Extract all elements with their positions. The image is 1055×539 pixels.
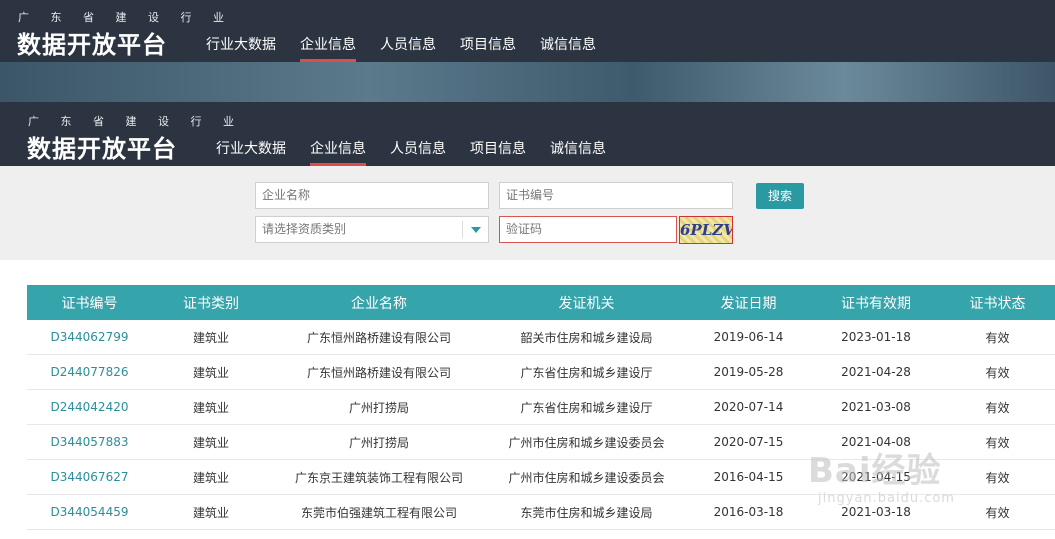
issuing-authority: 广东省住房和城乡建设厅 [520, 365, 653, 380]
company-name-input[interactable]: 企业名称 [255, 182, 489, 209]
table-header: 证书编号 证书类别 企业名称 发证机关 发证日期 证书有效期 证书状态 [27, 285, 1055, 320]
cert-status: 有效 [985, 505, 1010, 520]
table-row: D244042420 建筑业 广州打捞局 广东省住房和城乡建设厅 2020-07… [27, 390, 1055, 425]
cert-status: 有效 [985, 435, 1010, 450]
nav-project-info[interactable]: 项目信息 [470, 140, 526, 166]
cert-type: 建筑业 [192, 505, 229, 520]
table-row: D344054459 建筑业 东莞市伯强建筑工程有限公司 东莞市住房和城乡建设局… [27, 495, 1055, 530]
nav-company-info[interactable]: 企业信息 [310, 140, 366, 166]
cert-type: 建筑业 [192, 330, 229, 345]
nav-industry-data[interactable]: 行业大数据 [216, 140, 286, 166]
search-button[interactable]: 搜索 [756, 183, 804, 209]
nav-personnel-info[interactable]: 人员信息 [380, 36, 436, 62]
issuing-authority: 广州市住房和城乡建设委员会 [508, 435, 665, 450]
background-header: 广 东 省 建 设 行 业 数据开放平台 行业大数据 企业信息 人员信息 项目信… [0, 0, 1055, 62]
issuing-authority: 韶关市住房和城乡建设局 [520, 330, 653, 345]
company-name: 广东恒州路桥建设有限公司 [306, 330, 451, 345]
company-name: 广东恒州路桥建设有限公司 [306, 365, 451, 380]
valid-until: 2023-01-18 [841, 330, 911, 344]
site-title: 数据开放平台 [27, 135, 177, 163]
issuing-authority: 广州市住房和城乡建设委员会 [508, 470, 665, 485]
table-row: D344067627 建筑业 广东京王建筑装饰工程有限公司 广州市住房和城乡建设… [27, 460, 1055, 495]
col-issuing-authority: 发证机关 [558, 295, 615, 312]
banner-image [0, 62, 1055, 102]
cert-number-link[interactable]: D344062799 [27, 320, 152, 354]
col-valid-until: 证书有效期 [841, 295, 911, 312]
cert-status: 有效 [985, 400, 1010, 415]
qualification-type-select[interactable]: 请选择资质类别 [255, 216, 489, 243]
site-subtitle: 广 东 省 建 设 行 业 [28, 115, 243, 128]
valid-until: 2021-04-08 [841, 435, 911, 449]
valid-until: 2021-04-15 [841, 470, 911, 484]
cert-status: 有效 [985, 330, 1010, 345]
table-row: D344057883 建筑业 广州打捞局 广州市住房和城乡建设委员会 2020-… [27, 425, 1055, 460]
col-cert-status: 证书状态 [969, 295, 1026, 312]
issuing-authority: 东莞市住房和城乡建设局 [520, 505, 653, 520]
qualification-type-placeholder: 请选择资质类别 [262, 222, 347, 236]
company-name: 东莞市伯强建筑工程有限公司 [300, 505, 457, 520]
captcha-image[interactable]: 6PLZV [679, 216, 733, 244]
search-panel [0, 166, 1055, 260]
issue-date: 2020-07-15 [713, 435, 784, 449]
results-table: 证书编号 证书类别 企业名称 发证机关 发证日期 证书有效期 证书状态 D344… [27, 285, 1055, 530]
cert-number-link[interactable]: D244042420 [27, 390, 152, 424]
nav-personnel-info[interactable]: 人员信息 [390, 140, 446, 166]
cert-number-input[interactable]: 证书编号 [499, 182, 733, 209]
cert-number-link[interactable]: D344057883 [27, 425, 152, 459]
valid-until: 2021-03-18 [841, 505, 911, 519]
site-title: 数据开放平台 [17, 31, 167, 59]
captcha-input[interactable]: 验证码 [499, 216, 677, 243]
cert-type: 建筑业 [192, 435, 229, 450]
issue-date: 2016-03-18 [713, 505, 784, 519]
col-cert-number: 证书编号 [61, 295, 118, 312]
nav-company-info[interactable]: 企业信息 [300, 36, 356, 62]
nav-industry-data[interactable]: 行业大数据 [206, 36, 276, 62]
issue-date: 2019-06-14 [713, 330, 784, 344]
issue-date: 2020-07-14 [713, 400, 784, 414]
cert-status: 有效 [985, 365, 1010, 380]
issuing-authority: 广东省住房和城乡建设厅 [520, 400, 653, 415]
table-row: D244077826 建筑业 广东恒州路桥建设有限公司 广东省住房和城乡建设厅 … [27, 355, 1055, 390]
cert-type: 建筑业 [192, 365, 229, 380]
company-name: 广东京王建筑装饰工程有限公司 [294, 470, 463, 485]
col-cert-type: 证书类别 [183, 295, 239, 312]
cert-type: 建筑业 [192, 400, 229, 415]
valid-until: 2021-03-08 [841, 400, 911, 414]
cert-status: 有效 [985, 470, 1010, 485]
main-nav: 行业大数据 企业信息 人员信息 项目信息 诚信信息 [216, 140, 630, 166]
nav-credit-info[interactable]: 诚信信息 [550, 140, 606, 166]
company-name: 广州打捞局 [348, 400, 409, 415]
col-company-name: 企业名称 [351, 295, 407, 312]
cert-number-link[interactable]: D244077826 [27, 355, 152, 389]
nav-project-info[interactable]: 项目信息 [460, 36, 516, 62]
chevron-down-icon [462, 221, 488, 238]
main-header: 广 东 省 建 设 行 业 数据开放平台 行业大数据 企业信息 人员信息 项目信… [0, 102, 1055, 166]
nav-credit-info[interactable]: 诚信信息 [540, 36, 596, 62]
site-subtitle: 广 东 省 建 设 行 业 [18, 11, 233, 24]
issue-date: 2016-04-15 [713, 470, 784, 484]
cert-number-link[interactable]: D344067627 [27, 460, 152, 494]
background-nav: 行业大数据 企业信息 人员信息 项目信息 诚信信息 [206, 36, 620, 62]
col-issue-date: 发证日期 [720, 295, 777, 312]
issue-date: 2019-05-28 [713, 365, 784, 379]
table-row: D344062799 建筑业 广东恒州路桥建设有限公司 韶关市住房和城乡建设局 … [27, 320, 1055, 355]
company-name: 广州打捞局 [348, 435, 409, 450]
cert-number-link[interactable]: D344054459 [27, 495, 152, 529]
cert-type: 建筑业 [192, 470, 229, 485]
valid-until: 2021-04-28 [841, 365, 911, 379]
